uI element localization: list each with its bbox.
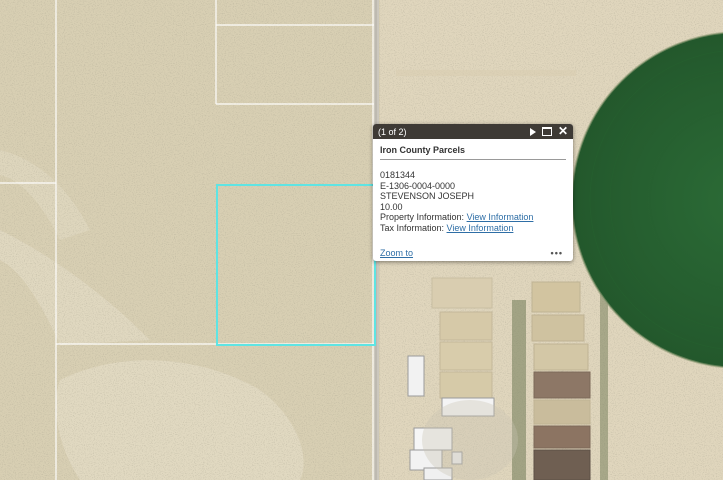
popup-controls: ✕	[529, 125, 568, 137]
parcel-popup: (1 of 2) ✕ Iron County Parcels 0181344 E…	[373, 124, 573, 261]
popup-pager: (1 of 2)	[378, 126, 407, 137]
next-feature-icon[interactable]	[529, 127, 536, 136]
popup-content: 0181344 E-1306-0004-0000 STEVENSON JOSEP…	[380, 160, 566, 234]
popup-body: Iron County Parcels 0181344 E-1306-0004-…	[373, 139, 573, 234]
popup-header: (1 of 2) ✕	[373, 124, 573, 139]
tax-info-row: Tax Information: View Information	[380, 223, 566, 234]
maximize-icon[interactable]	[541, 127, 552, 136]
tax-info-label: Tax Information:	[380, 222, 445, 233]
account-number: E-1306-0004-0000	[380, 180, 456, 191]
acreage: 10.00	[380, 201, 403, 212]
satellite-imagery	[0, 0, 723, 480]
popup-title: Iron County Parcels	[380, 145, 566, 160]
close-icon[interactable]: ✕	[558, 125, 568, 137]
popup-footer: Zoom to •••	[380, 248, 563, 258]
owner-name: STEVENSON JOSEPH	[380, 191, 475, 202]
zoom-to-link[interactable]: Zoom to	[380, 248, 413, 258]
tax-info-link[interactable]: View Information	[447, 223, 514, 233]
map-view[interactable]	[0, 0, 723, 480]
property-info-row: Property Information: View Information	[380, 212, 566, 223]
property-info-link[interactable]: View Information	[467, 212, 534, 222]
more-options-icon[interactable]: •••	[551, 248, 563, 258]
parcel-id: 0181344	[380, 170, 416, 180]
property-info-label: Property Information:	[380, 212, 465, 223]
